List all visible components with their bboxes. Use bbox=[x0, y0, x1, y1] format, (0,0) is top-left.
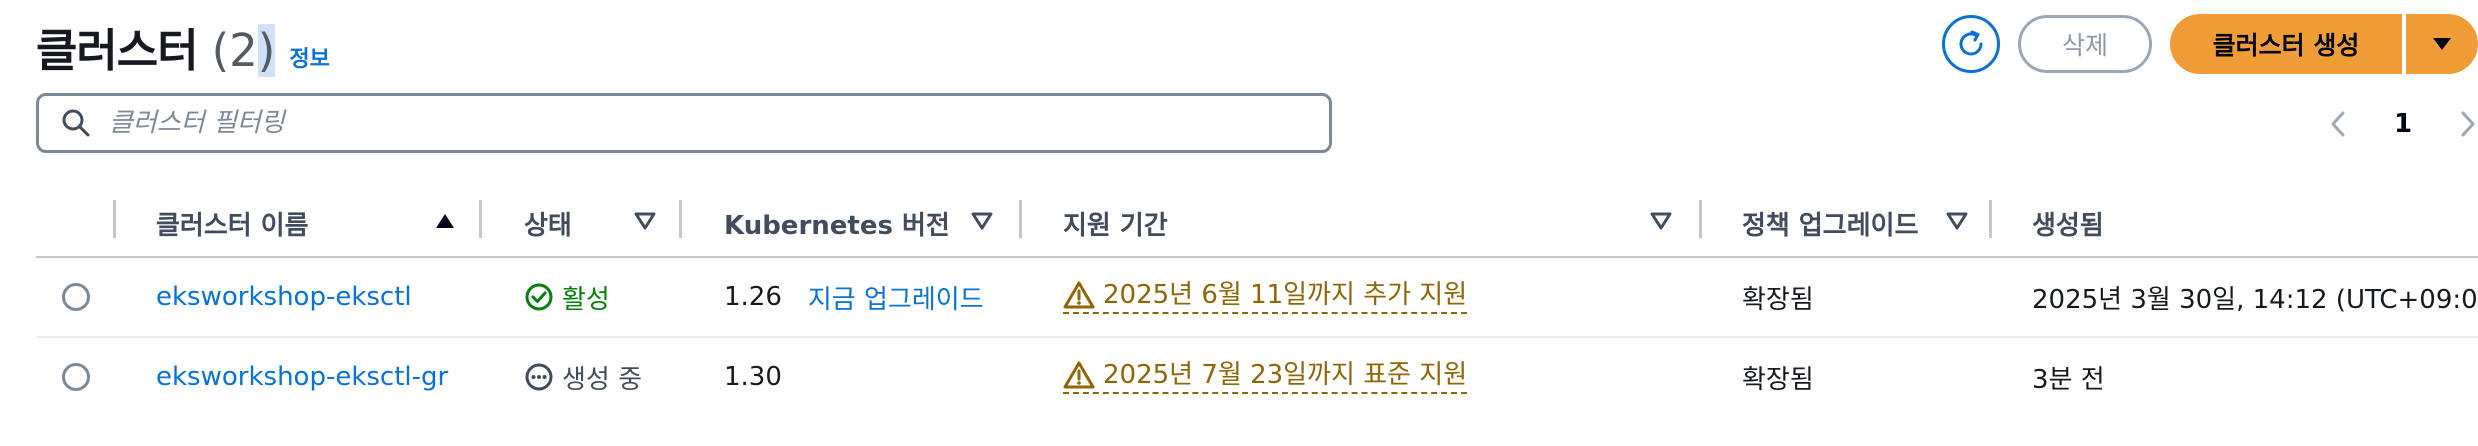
status-text: 생성 중 bbox=[562, 364, 643, 395]
warning-icon bbox=[1063, 360, 1095, 390]
table-header: 클러스터 이름 상태 Kubernetes 버전 지원 기간 정책 업그레이드 … bbox=[36, 190, 2478, 258]
row-select-cell bbox=[62, 258, 90, 336]
sort-ascending-icon[interactable] bbox=[434, 212, 456, 230]
version-cell: 1.30 bbox=[724, 338, 782, 416]
support-period-text: 2025년 7월 23일까지 표준 지원 bbox=[1103, 360, 1468, 390]
cluster-count: (2) bbox=[212, 24, 276, 77]
status-text: 활성 bbox=[562, 284, 610, 315]
created-cell: 3분 전 bbox=[2032, 364, 2105, 395]
column-separator bbox=[1699, 200, 1702, 238]
column-header-version[interactable]: Kubernetes 버전 bbox=[724, 190, 950, 256]
version-text: 1.26 bbox=[724, 282, 782, 312]
chevron-right-icon[interactable] bbox=[2458, 109, 2478, 139]
sort-icon[interactable] bbox=[634, 212, 656, 230]
version-text: 1.30 bbox=[724, 362, 782, 392]
support-period-text: 2025년 6월 11일까지 추가 지원 bbox=[1103, 280, 1468, 310]
sort-icon[interactable] bbox=[1946, 212, 1968, 230]
cluster-count-close: ) bbox=[257, 24, 276, 77]
sort-icon[interactable] bbox=[971, 212, 993, 230]
check-circle-icon bbox=[524, 282, 554, 312]
column-separator bbox=[679, 200, 682, 238]
cluster-name-cell: eksworkshop-eksctl-gr bbox=[156, 338, 448, 416]
column-header-support-period[interactable]: 지원 기간 bbox=[1063, 190, 1168, 256]
upgrade-now-link[interactable]: 지금 업그레이드 bbox=[808, 279, 984, 316]
created-cell: 2025년 3월 30일, 14:12 (UTC+09:00) bbox=[2032, 284, 2478, 315]
status-cell: 활성 bbox=[524, 258, 610, 336]
page-number[interactable]: 1 bbox=[2394, 109, 2412, 139]
refresh-icon bbox=[1959, 30, 1983, 56]
row-select-cell bbox=[62, 338, 90, 416]
header-actions: 삭제 클러스터 생성 bbox=[1942, 14, 2478, 74]
chevron-left-icon[interactable] bbox=[2328, 109, 2348, 139]
search-input[interactable] bbox=[107, 107, 1261, 139]
cluster-name-link[interactable]: eksworkshop-eksctl-gr bbox=[156, 362, 448, 392]
cluster-name-link[interactable]: eksworkshop-eksctl bbox=[156, 282, 412, 312]
clusters-table: 클러스터 이름 상태 Kubernetes 버전 지원 기간 정책 업그레이드 … bbox=[36, 190, 2478, 416]
column-separator bbox=[1019, 200, 1022, 238]
cluster-filter bbox=[36, 93, 1332, 153]
column-header-status[interactable]: 상태 bbox=[524, 190, 572, 256]
create-cluster-dropdown-button[interactable] bbox=[2406, 14, 2478, 74]
table-row[interactable]: eksworkshop-eksctl-gr 생성 중 1.30 2025년 7월… bbox=[36, 338, 2478, 416]
column-separator bbox=[479, 200, 482, 238]
support-period-cell: 2025년 6월 11일까지 추가 지원 bbox=[1063, 258, 1468, 336]
support-period-popover[interactable]: 2025년 7월 23일까지 표준 지원 bbox=[1063, 360, 1468, 394]
upgrade-policy-cell: 확장됨 bbox=[1742, 364, 1814, 395]
info-link[interactable]: 정보 bbox=[289, 41, 329, 73]
page-title: 클러스터 bbox=[36, 24, 199, 77]
search-icon bbox=[61, 108, 91, 138]
column-header-created[interactable]: 생성됨 bbox=[2032, 190, 2104, 256]
pagination: 1 bbox=[2328, 104, 2478, 144]
warning-icon bbox=[1063, 280, 1095, 310]
page-header: 클러스터 (2) 정보 bbox=[36, 14, 330, 79]
caret-down-icon bbox=[2433, 38, 2451, 50]
upgrade-policy-cell: 확장됨 bbox=[1742, 284, 1814, 315]
version-cell: 1.26 지금 업그레이드 bbox=[724, 258, 984, 336]
in-progress-icon bbox=[524, 362, 554, 392]
cluster-name-cell: eksworkshop-eksctl bbox=[156, 258, 412, 336]
column-header-upgrade-policy[interactable]: 정책 업그레이드 bbox=[1742, 190, 1919, 256]
sort-icon[interactable] bbox=[1650, 212, 1672, 230]
refresh-button[interactable] bbox=[1942, 15, 2000, 73]
delete-button[interactable]: 삭제 bbox=[2018, 15, 2152, 73]
column-separator bbox=[113, 200, 116, 238]
column-header-name[interactable]: 클러스터 이름 bbox=[156, 190, 309, 256]
support-period-popover[interactable]: 2025년 6월 11일까지 추가 지원 bbox=[1063, 280, 1468, 314]
table-row[interactable]: eksworkshop-eksctl 활성 1.26 지금 업그레이드 2025… bbox=[36, 258, 2478, 338]
row-radio[interactable] bbox=[62, 283, 90, 311]
row-radio[interactable] bbox=[62, 363, 90, 391]
column-separator bbox=[1989, 200, 1992, 238]
cluster-count-value: (2 bbox=[211, 24, 258, 77]
create-cluster-button[interactable]: 클러스터 생성 bbox=[2170, 14, 2402, 74]
support-period-cell: 2025년 7월 23일까지 표준 지원 bbox=[1063, 338, 1468, 416]
status-cell: 생성 중 bbox=[524, 338, 642, 416]
